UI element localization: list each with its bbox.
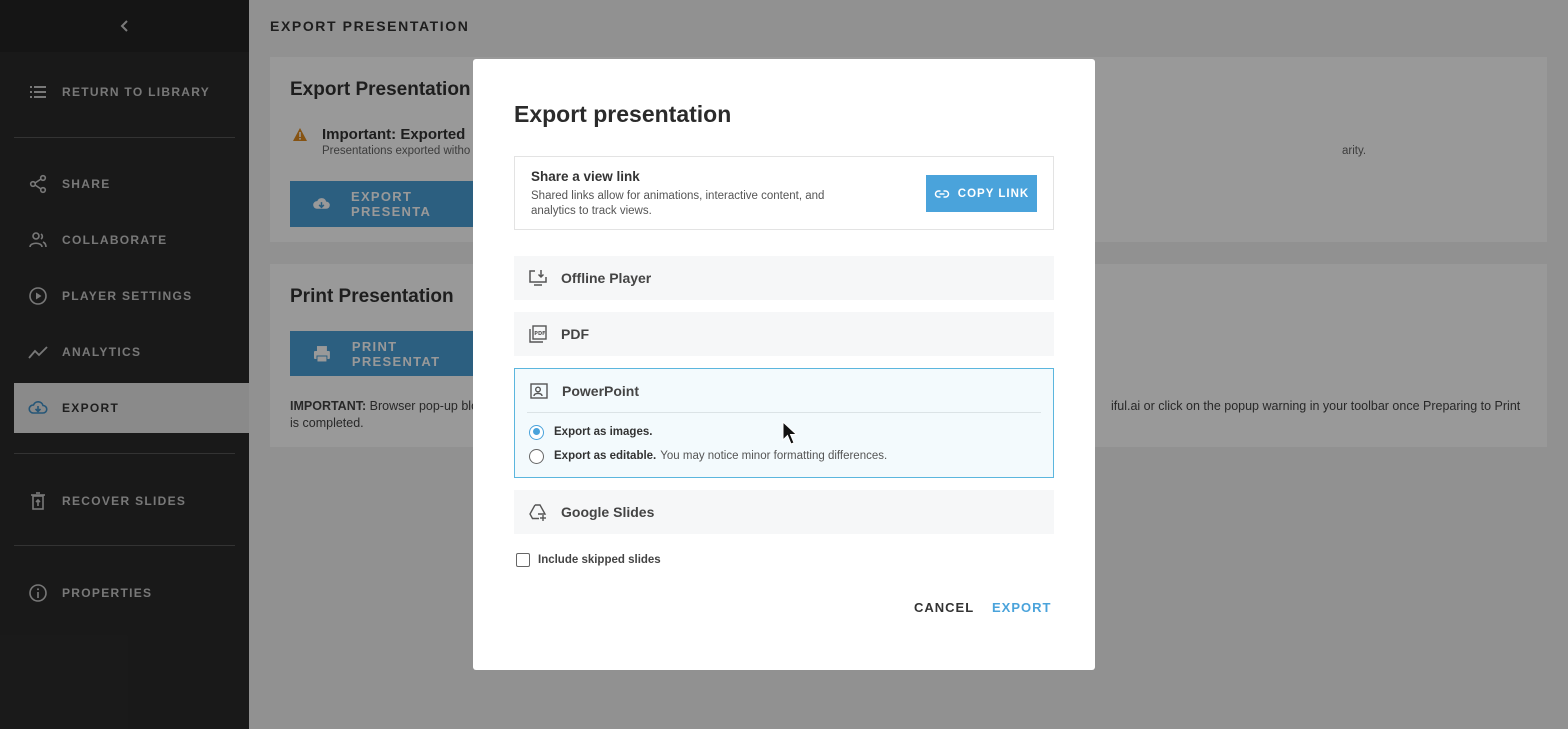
share-title: Share a view link: [531, 169, 640, 184]
include-skipped-checkbox[interactable]: [516, 553, 530, 567]
option-pdf[interactable]: PDF PDF: [514, 312, 1054, 356]
radio-label: Export as editable.: [554, 450, 657, 462]
presentation-user-icon: [530, 382, 548, 399]
share-description: Shared links allow for animations, inter…: [531, 190, 825, 217]
option-label: PDF: [561, 326, 589, 342]
pdf-icon: PDF: [529, 325, 547, 343]
copy-link-label: COPY LINK: [957, 187, 1030, 200]
option-divider: [527, 412, 1041, 413]
share-link-box: Share a view link Shared links allow for…: [514, 156, 1054, 230]
radio-button[interactable]: [529, 448, 544, 464]
option-offline-player[interactable]: Offline Player: [514, 256, 1054, 300]
option-google-slides[interactable]: Google Slides: [514, 490, 1054, 534]
option-label: PowerPoint: [562, 382, 640, 399]
dialog-title: Export presentation: [514, 101, 732, 127]
export-button[interactable]: EXPORT: [992, 600, 1051, 615]
option-label: Google Slides: [561, 504, 655, 520]
drive-add-icon: [529, 504, 547, 521]
radio-button[interactable]: [529, 424, 544, 440]
monitor-download-icon: [529, 270, 547, 286]
radio-export-as-editable[interactable]: Export as editable. You may notice minor…: [515, 444, 1053, 468]
copy-link-button[interactable]: COPY LINK: [926, 175, 1037, 212]
svg-text:PDF: PDF: [534, 331, 545, 337]
mouse-cursor-icon: [782, 421, 798, 445]
include-skipped-checkbox-row[interactable]: Include skipped slides: [516, 553, 661, 567]
option-label: Offline Player: [561, 270, 652, 286]
radio-label: Export as images.: [554, 426, 653, 438]
include-skipped-label: Include skipped slides: [538, 554, 661, 566]
export-dialog: Export presentation Share a view link Sh…: [473, 59, 1095, 670]
link-icon: [934, 189, 949, 198]
radio-hint: You may notice minor formatting differen…: [660, 450, 888, 462]
cancel-button[interactable]: CANCEL: [914, 600, 974, 615]
